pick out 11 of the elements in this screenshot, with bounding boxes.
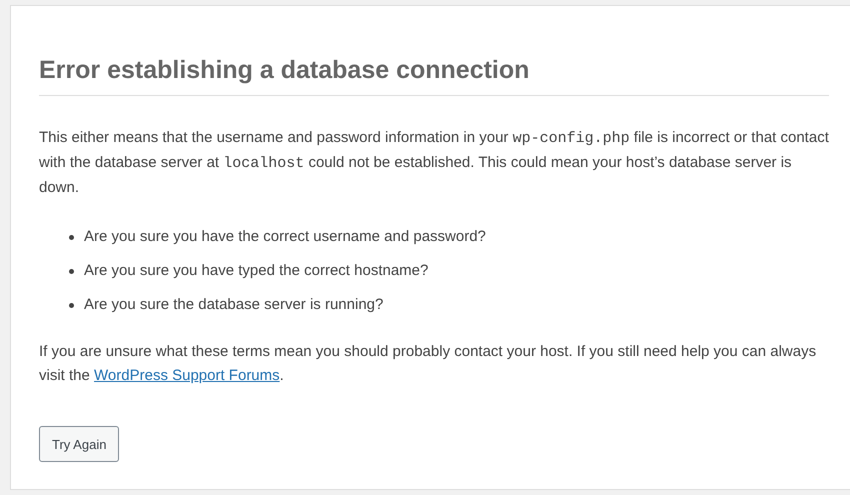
bullet-icon: [69, 302, 74, 308]
bullet-icon: [69, 268, 74, 274]
checklist-item: Are you sure you have the correct username and password?: [84, 227, 486, 247]
bullet-icon: [69, 234, 74, 240]
checklist-item: Are you sure the database server is running?: [84, 295, 384, 315]
help-text: If you are unsure what these terms mean you should probably contact your host. If you still need help you can always visit the WordPress Support Forums.: [39, 342, 818, 386]
error-description: This either means that the username and password information in your wp-config.php file is incorrect or that contact with the database server at localhost could not be established. This could mean your host’s database server is down.: [39, 128, 829, 198]
error-heading: Error establishing a database connection: [39, 56, 829, 96]
checklist-item: Are you sure you have typed the correct hostname?: [84, 261, 428, 281]
try-again-button[interactable]: Try Again: [39, 426, 120, 462]
support-forums-link[interactable]: WordPress Support Forums: [94, 367, 280, 384]
